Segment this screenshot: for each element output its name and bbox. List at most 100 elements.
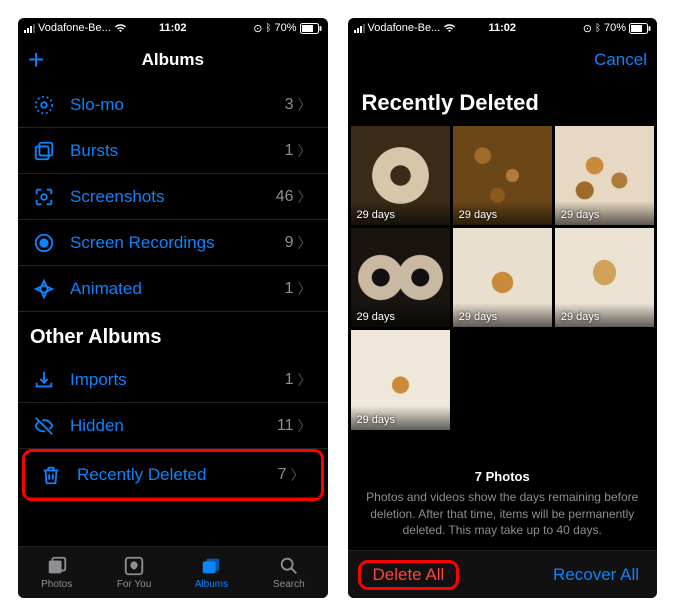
chevron-right-icon: 〉 [298,416,312,436]
battery-icon [629,23,651,34]
row-count: 1 [285,142,294,160]
page-title: Recently Deleted [348,82,658,126]
row-count: 3 [285,96,294,114]
imports-icon [30,369,58,391]
album-row-hidden[interactable]: Hidden11〉 [18,403,328,449]
row-label: Screen Recordings [58,233,285,253]
row-label: Recently Deleted [65,465,278,485]
status-bar: Vodafone-Be... 11:02 ⊙ ᛒ 70% [348,18,658,38]
row-count: 9 [285,234,294,252]
recover-all-button[interactable]: Recover All [545,559,647,591]
status-bar: Vodafone-Be... 11:02 ⊙ ᛒ 70% [18,18,328,38]
carrier-label: Vodafone-Be... [368,22,441,34]
nav-bar: + Albums [18,38,328,82]
photo-thumbnail[interactable]: 29 days [351,126,450,225]
bluetooth-icon: ᛒ [595,23,601,34]
screenshots-icon [30,186,58,208]
row-count: 1 [285,371,294,389]
photo-grid: 29 days 29 days 29 days 29 days 29 days 29 da… [348,126,658,430]
album-row-slo-mo[interactable]: Slo-mo3〉 [18,82,328,128]
tab-bar: Photos For You Albums Search [18,546,328,598]
album-row-imports[interactable]: Imports1〉 [18,357,328,403]
days-label: 29 days [459,311,498,323]
clock: 11:02 [159,22,187,34]
wifi-icon [114,23,127,33]
tab-label: Search [273,579,305,590]
row-label: Hidden [58,416,277,436]
row-label: Animated [58,279,285,299]
animated-icon [30,278,58,300]
album-list: Slo-mo3〉Bursts1〉Screenshots46〉Screen Rec… [18,82,328,546]
chevron-right-icon: 〉 [298,187,312,207]
tab-label: Albums [195,579,228,590]
add-button[interactable]: + [28,44,44,76]
slomo-icon [30,94,58,116]
photo-thumbnail[interactable]: 29 days [453,126,552,225]
photo-thumbnail[interactable]: 29 days [351,330,450,429]
clock: 11:02 [488,22,516,34]
tab-albums[interactable]: Albums [173,547,250,598]
phone-albums: Vodafone-Be... 11:02 ⊙ ᛒ 70% + Albums Sl… [18,18,328,598]
hidden-icon [30,415,58,437]
row-label: Bursts [58,141,285,161]
battery-icon [300,23,322,34]
highlight-recently-deleted: Recently Deleted7〉 [22,449,324,501]
info-text: Photos and videos show the days remainin… [366,489,640,538]
section-other-albums: Other Albums [18,312,328,357]
album-row-screenshots[interactable]: Screenshots46〉 [18,174,328,220]
toolbar: Delete All Recover All [348,550,658,598]
chevron-right-icon: 〉 [298,370,312,390]
photo-thumbnail[interactable]: 29 days [555,126,654,225]
days-label: 29 days [357,209,396,221]
photo-count: 7 Photos [366,468,640,486]
album-row-animated[interactable]: Animated1〉 [18,266,328,312]
phone-recently-deleted: Vodafone-Be... 11:02 ⊙ ᛒ 70% Cancel Rece… [348,18,658,598]
photo-thumbnail[interactable]: 29 days [555,228,654,327]
tab-label: Photos [41,579,72,590]
chevron-right-icon: 〉 [298,279,312,299]
photo-thumbnail[interactable]: 29 days [453,228,552,327]
alarm-icon: ⊙ [253,22,262,35]
nav-title: Albums [18,50,328,70]
row-label: Imports [58,370,285,390]
carrier-label: Vodafone-Be... [38,22,111,34]
recordings-icon [30,232,58,254]
alarm-icon: ⊙ [583,22,592,35]
chevron-right-icon: 〉 [298,233,312,253]
battery-percent: 70% [274,22,296,34]
album-row-screen-recordings[interactable]: Screen Recordings9〉 [18,220,328,266]
delete-all-highlight: Delete All [358,560,460,590]
wifi-icon [443,23,456,33]
days-label: 29 days [561,209,600,221]
nav-bar: Cancel [348,38,658,82]
battery-percent: 70% [604,22,626,34]
chevron-right-icon: 〉 [298,141,312,161]
bursts-icon [30,140,58,162]
bluetooth-icon: ᛒ [265,23,271,34]
days-label: 29 days [459,209,498,221]
days-label: 29 days [357,311,396,323]
signal-icon [354,24,365,33]
days-label: 29 days [357,414,396,426]
row-count: 7 [278,466,287,484]
album-row-bursts[interactable]: Bursts1〉 [18,128,328,174]
album-row-recently-deleted[interactable]: Recently Deleted7〉 [25,452,321,498]
row-count: 46 [276,188,294,206]
photo-thumbnail[interactable]: 29 days [351,228,450,327]
tab-for-you[interactable]: For You [95,547,172,598]
row-count: 1 [285,280,294,298]
delete-all-button[interactable]: Delete All [365,559,453,590]
days-label: 29 days [561,311,600,323]
tab-search[interactable]: Search [250,547,327,598]
cancel-button[interactable]: Cancel [594,50,647,70]
chevron-right-icon: 〉 [298,95,312,115]
chevron-right-icon: 〉 [291,465,305,485]
info-block: 7 Photos Photos and videos show the days… [348,456,658,550]
trash-icon [37,464,65,486]
row-label: Slo-mo [58,95,285,115]
signal-icon [24,24,35,33]
row-count: 11 [277,417,294,435]
tab-label: For You [117,579,151,590]
row-label: Screenshots [58,187,276,207]
tab-photos[interactable]: Photos [18,547,95,598]
